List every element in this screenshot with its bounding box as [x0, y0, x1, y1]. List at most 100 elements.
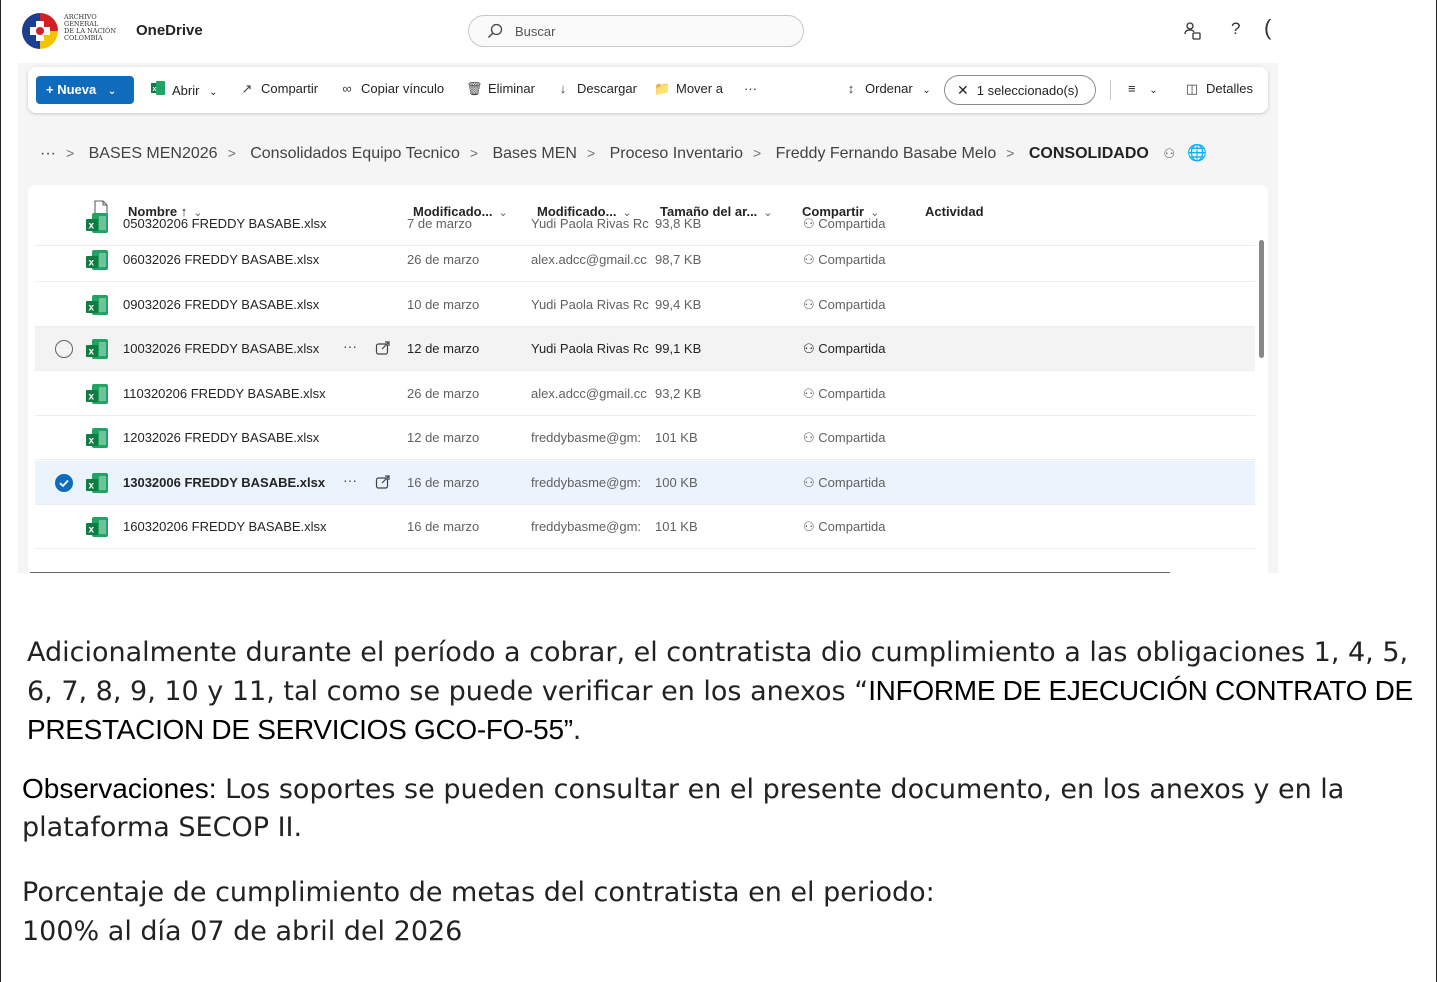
details-pane-icon: ◫ — [1185, 81, 1199, 96]
move-label: Mover a — [676, 81, 723, 96]
breadcrumb-item[interactable]: Proceso Inventario — [610, 145, 743, 162]
svg-text:x: x — [89, 392, 95, 403]
observations-text: Los soportes se pueden consultar en el p… — [22, 774, 1345, 843]
help-button[interactable]: ? — [1231, 19, 1240, 39]
svg-text:x: x — [89, 258, 95, 269]
search-input[interactable]: Buscar — [468, 15, 804, 47]
vertical-scrollbar[interactable] — [1259, 240, 1264, 358]
row-more-button[interactable]: ··· — [343, 338, 357, 354]
table-row[interactable]: x 12032026 FREDDY BASABE.xlsx 12 de marz… — [35, 416, 1255, 460]
excel-file-icon: x — [85, 427, 109, 449]
row-select-radio[interactable] — [55, 340, 73, 358]
account-avatar[interactable]: ( — [1264, 15, 1271, 41]
row-selected-checkmark-icon[interactable] — [55, 474, 73, 492]
file-name[interactable]: 12032026 FREDDY BASABE.xlsx — [123, 430, 319, 445]
chevron-right-icon: > — [469, 145, 479, 161]
file-list: Nombre ↑ ⌄ Modificado... ⌄ Modificado... ⌄ … — [28, 185, 1268, 573]
people-icon: ⚇ — [803, 252, 819, 267]
app-title[interactable]: OneDrive — [136, 22, 203, 39]
observations-label: Observaciones: — [22, 773, 217, 804]
file-size: 101 KB — [655, 430, 698, 445]
file-name[interactable]: 160320206 FREDDY BASABE.xlsx — [123, 519, 327, 534]
file-name[interactable]: 06032026 FREDDY BASABE.xlsx — [123, 252, 319, 267]
table-row[interactable]: x 13032006 FREDDY BASABE.xlsx ··· 16 de … — [35, 461, 1255, 505]
sharing-status: ⚇ Compartida — [803, 297, 885, 313]
sharing-label: Compartida — [818, 386, 886, 401]
file-name[interactable]: 10032026 FREDDY BASABE.xlsx — [123, 341, 319, 356]
chevron-down-icon: ⌄ — [107, 86, 117, 97]
compliance-percentage-label: Porcentaje de cumplimiento de metas del … — [22, 877, 935, 908]
table-row[interactable]: x 06032026 FREDDY BASABE.xlsx 26 de marz… — [35, 238, 1255, 282]
sharing-status: ⚇ Compartida — [803, 252, 885, 268]
chevron-right-icon: > — [227, 145, 236, 161]
download-icon: ↓ — [559, 81, 567, 96]
people-icon: ⚇ — [803, 386, 819, 401]
trash-icon: 🗑 — [466, 81, 483, 96]
modified-date: 10 de marzo — [407, 297, 480, 312]
details-button[interactable]: ◫ Detalles — [1184, 81, 1253, 97]
people-icon: ⚇ — [803, 216, 819, 231]
details-label: Detalles — [1206, 81, 1253, 96]
chevron-right-icon: > — [1006, 145, 1015, 161]
file-size: 99,4 KB — [655, 297, 702, 312]
sharing-label: Compartida — [818, 519, 886, 534]
table-row[interactable]: x 10032026 FREDDY BASABE.xlsx ··· 12 de … — [35, 327, 1255, 371]
copy-link-button[interactable]: ∞ Copiar vínculo — [339, 81, 444, 96]
sharing-status: ⚇ Compartida — [803, 341, 885, 357]
svg-text:x: x — [89, 436, 95, 447]
onedrive-screenshot: ARCHIVO GENERAL DE LA NACIÓN COLOMBIA On… — [18, 5, 1278, 573]
share-icon[interactable] — [375, 340, 391, 356]
new-button[interactable]: + Nueva ⌄ — [36, 76, 134, 104]
selection-pill[interactable]: ✕ 1 seleccionado(s) — [944, 75, 1096, 105]
file-name[interactable]: 13032006 FREDDY BASABE.xlsx — [123, 475, 325, 490]
file-name[interactable]: 110320206 FREDDY BASABE.xlsx — [123, 386, 326, 401]
sort-button[interactable]: ↕ Ordenar ⌄ — [843, 81, 931, 96]
modified-date: 26 de marzo — [407, 252, 480, 267]
modified-date: 16 de marzo — [407, 475, 480, 490]
people-icon: ⚇ — [803, 341, 819, 356]
share-icon[interactable] — [375, 474, 391, 490]
chevron-right-icon: > — [65, 145, 75, 161]
breadcrumb-item[interactable]: Freddy Fernando Basabe Melo — [776, 145, 997, 162]
sharing-status: ⚇ Compartida — [803, 519, 885, 535]
close-icon[interactable]: ✕ — [957, 82, 969, 98]
excel-file-icon: x — [85, 212, 109, 239]
compliance-percentage-value: 100% al día 07 de abril del 2026 — [22, 916, 463, 947]
delete-button[interactable]: 🗑 Eliminar — [466, 81, 535, 97]
command-bar: + Nueva ⌄ x Abrir ⌄ ↗ Compartir ∞ Copiar ví… — [28, 67, 1268, 113]
table-row[interactable]: x 160320206 FREDDY BASABE.xlsx 16 de mar… — [35, 505, 1255, 549]
breadcrumb-item[interactable]: Bases MEN — [492, 145, 576, 162]
breadcrumb-item[interactable]: Consolidados Equipo Tecnico — [250, 145, 460, 162]
file-size: 98,7 KB — [655, 252, 702, 267]
file-size: 93,2 KB — [655, 386, 702, 401]
share-button[interactable]: ↗ Compartir — [239, 81, 319, 97]
open-label: Abrir — [172, 83, 200, 98]
share-people-icon[interactable] — [1184, 21, 1202, 41]
more-commands-button[interactable]: ··· — [744, 81, 757, 96]
table-row[interactable]: x 110320206 FREDDY BASABE.xlsx 26 de mar… — [35, 372, 1255, 416]
archivo-general-logo-icon — [22, 13, 58, 49]
table-row[interactable]: x 09032026 FREDDY BASABE.xlsx 10 de marz… — [35, 283, 1255, 327]
chevron-right-icon: > — [586, 145, 596, 161]
open-button[interactable]: x Abrir ⌄ — [150, 81, 217, 98]
download-button[interactable]: ↓ Descargar — [555, 81, 637, 96]
breadcrumb-more[interactable]: ··· — [40, 145, 56, 162]
modified-by: Yudi Paola Rivas Rc — [531, 297, 649, 312]
view-options-button[interactable]: ≡ ⌄ — [1128, 81, 1158, 96]
selection-label: 1 seleccionado(s) — [976, 83, 1079, 98]
modified-date: 26 de marzo — [407, 386, 480, 401]
chevron-down-icon: ⌄ — [1149, 85, 1158, 96]
sharing-label: Compartida — [818, 297, 886, 312]
file-name[interactable]: 09032026 FREDDY BASABE.xlsx — [123, 297, 319, 312]
file-name[interactable]: 050320206 FREDDY BASABE.xlsx — [123, 216, 327, 231]
svg-text:x: x — [89, 221, 95, 232]
move-button[interactable]: 📁 Mover a — [654, 81, 723, 97]
svg-text:x: x — [89, 481, 95, 492]
excel-file-icon: x — [85, 516, 109, 538]
breadcrumb-item[interactable]: BASES MEN2026 — [89, 145, 218, 162]
excel-icon: x — [150, 81, 166, 98]
row-more-button[interactable]: ··· — [343, 472, 357, 488]
people-icon: ⚇ — [803, 297, 819, 312]
divider — [1110, 80, 1111, 100]
chevron-down-icon: ⌄ — [209, 87, 218, 98]
